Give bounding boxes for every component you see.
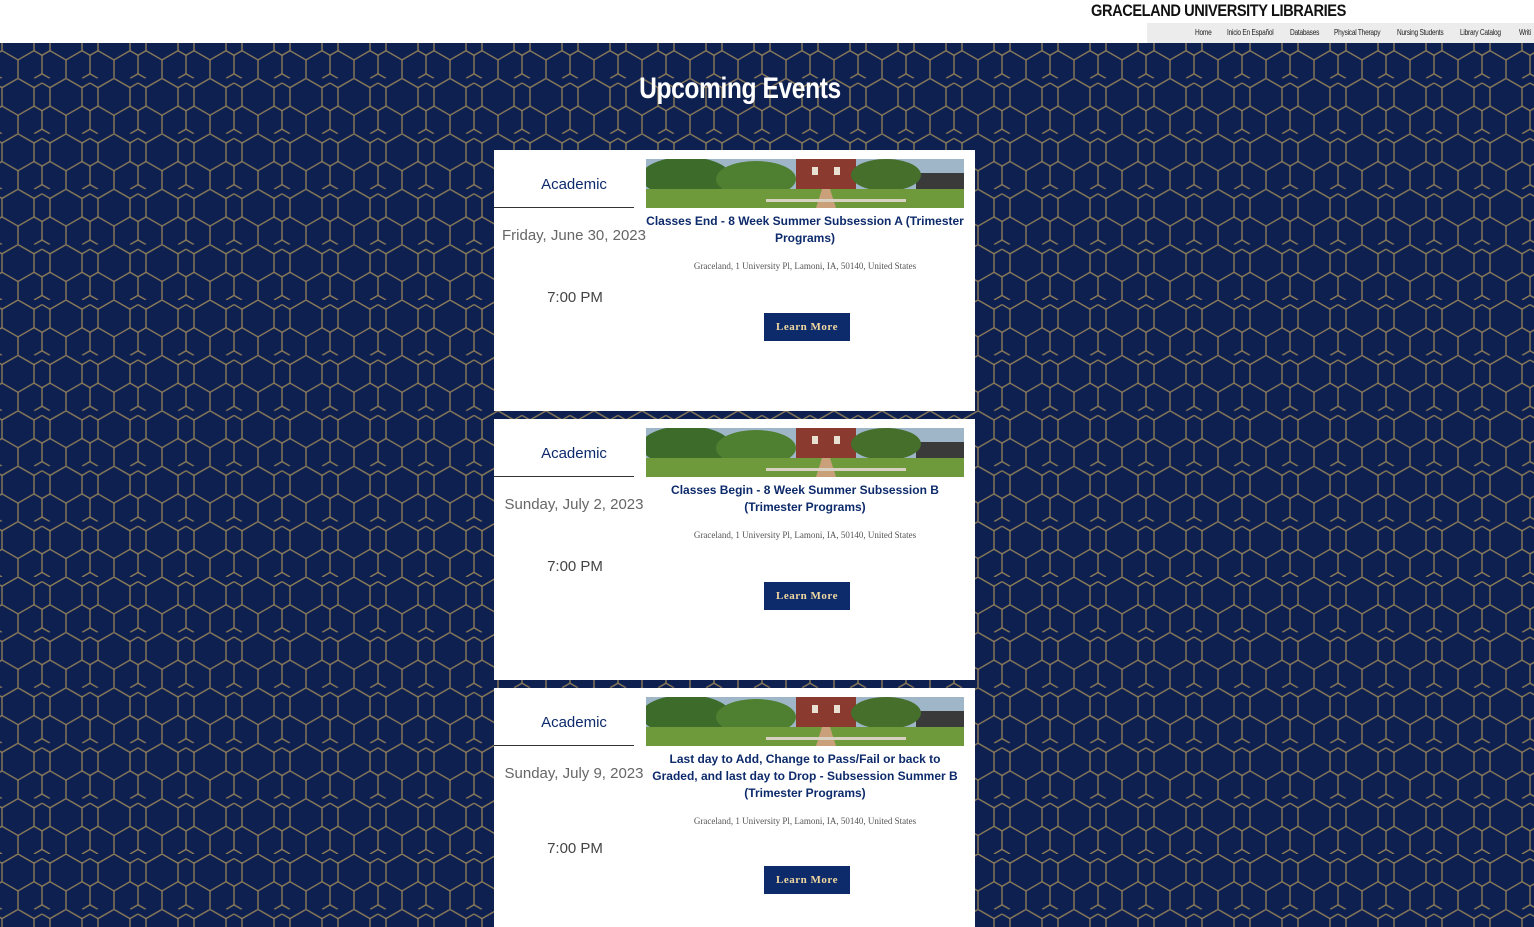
nav-item-home[interactable]: Home	[1195, 23, 1212, 43]
learn-more-button[interactable]: Learn More	[764, 866, 850, 894]
event-card: Academic Sunday, July 2, 2023 7:00 PM Cl…	[494, 419, 975, 680]
divider	[494, 207, 634, 208]
nav-item-inicio[interactable]: Inicio En Español	[1227, 23, 1274, 43]
event-banner-image[interactable]	[646, 428, 964, 477]
event-time: 7:00 PM	[547, 558, 603, 575]
event-card: Academic Sunday, July 9, 2023 7:00 PM La…	[494, 688, 975, 927]
event-location: Graceland, 1 University Pl, Lamoni, IA, …	[693, 530, 917, 540]
section-title: Upcoming Events	[639, 72, 841, 105]
event-title[interactable]: Classes End - 8 Week Summer Subsession A…	[646, 213, 964, 247]
event-category: Academic	[541, 176, 607, 193]
nav-item-physical-therapy[interactable]: Physical Therapy	[1334, 23, 1381, 43]
event-date: Friday, June 30, 2023	[502, 227, 646, 244]
event-time: 7:00 PM	[547, 840, 603, 857]
event-location: Graceland, 1 University Pl, Lamoni, IA, …	[693, 261, 917, 271]
event-location: Graceland, 1 University Pl, Lamoni, IA, …	[693, 816, 917, 826]
event-banner-image[interactable]	[646, 697, 964, 746]
nav-item-writing[interactable]: Writi	[1519, 23, 1531, 43]
event-time: 7:00 PM	[547, 289, 603, 306]
main-nav: Home Inicio En Español Databases Physica…	[1147, 23, 1534, 43]
event-title[interactable]: Last day to Add, Change to Pass/Fail or …	[646, 751, 964, 802]
nav-item-nursing-students[interactable]: Nursing Students	[1397, 23, 1444, 43]
event-banner-image[interactable]	[646, 159, 964, 208]
event-date: Sunday, July 9, 2023	[504, 765, 644, 782]
event-category: Academic	[541, 714, 607, 731]
event-category: Academic	[541, 445, 607, 462]
event-title[interactable]: Classes Begin - 8 Week Summer Subsession…	[646, 482, 964, 516]
divider	[494, 745, 634, 746]
nav-item-library-catalog[interactable]: Library Catalog	[1460, 23, 1501, 43]
event-date: Sunday, July 2, 2023	[504, 496, 644, 513]
divider	[494, 476, 634, 477]
site-title[interactable]: GRACELAND UNIVERSITY LIBRARIES	[1091, 0, 1346, 22]
learn-more-button[interactable]: Learn More	[764, 313, 850, 341]
learn-more-button[interactable]: Learn More	[764, 582, 850, 610]
nav-item-databases[interactable]: Databases	[1290, 23, 1319, 43]
event-card: Academic Friday, June 30, 2023 7:00 PM C…	[494, 150, 975, 411]
site-header: GRACELAND UNIVERSITY LIBRARIES Home Inic…	[0, 0, 1534, 43]
